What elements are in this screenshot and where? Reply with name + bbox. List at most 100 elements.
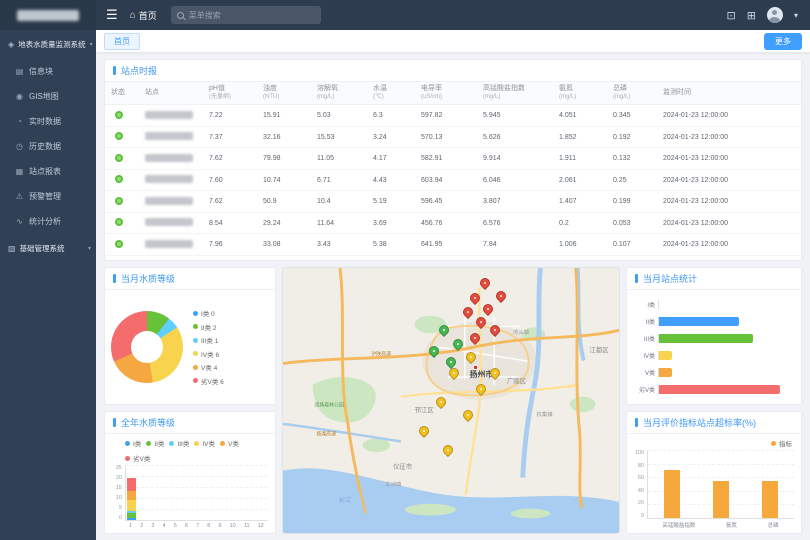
table-row[interactable]: 7.6010.746.714.43603.946.0462.0610.25202…: [105, 170, 801, 192]
sidebar-group-1[interactable]: ▧基础管理系统▾: [0, 234, 96, 263]
column-label: 溶解氧: [317, 85, 338, 92]
legend-dot: [125, 456, 130, 461]
hamburger-menu-icon[interactable]: ☰: [106, 7, 118, 23]
bar[interactable]: [659, 368, 672, 377]
legend-item: IV类 6: [193, 349, 224, 359]
bar[interactable]: [659, 317, 739, 326]
fullscreen-icon[interactable]: ⊡: [727, 9, 736, 22]
sidebar-item-label: 信息块: [29, 66, 53, 77]
search-input[interactable]: [189, 11, 315, 20]
sidebar-item-统计分析[interactable]: ∿统计分析: [0, 209, 96, 234]
table-row[interactable]: 7.3732.1615.533.24570.135.6261.8520.1922…: [105, 127, 801, 149]
chevron-down-icon[interactable]: ▾: [794, 11, 798, 20]
map-pin-red[interactable]: [501, 300, 511, 310]
breadcrumb[interactable]: ⌂ 首页: [130, 9, 157, 22]
legend-dot: [169, 441, 174, 446]
sidebar-group-0[interactable]: ◈地表水质量监测系统▾: [0, 30, 96, 59]
table-row[interactable]: 8.5429.2411.643.69456.766.5760.20.053202…: [105, 213, 801, 235]
legend-item: III类 1: [193, 335, 224, 345]
map-pin-yellow[interactable]: [468, 419, 478, 429]
pin-shape: [474, 381, 488, 395]
month-slot: [138, 465, 150, 520]
sidebar-item-历史数据[interactable]: ◷历史数据: [0, 134, 96, 159]
map-pin-yellow[interactable]: [481, 393, 491, 403]
station-cell: [139, 154, 203, 164]
status-dot-green: [115, 132, 123, 140]
station-stats-bars: I类II类III类IV类V类劣V类: [627, 290, 801, 404]
quality-donut-chart[interactable]: [111, 311, 183, 383]
map-pin-red[interactable]: [485, 287, 495, 297]
menu-search[interactable]: [171, 6, 321, 24]
map-pin-yellow[interactable]: [495, 377, 505, 387]
layout-grid-icon[interactable]: ⊞: [747, 9, 756, 22]
year-stacked-chart[interactable]: 2520151050: [109, 465, 268, 521]
column-header: pH值(无量纲): [203, 85, 257, 101]
table-row[interactable]: 7.6250.910.45.19596.453.8071.4070.199202…: [105, 191, 801, 213]
map-pin-red[interactable]: [495, 334, 505, 344]
table-row[interactable]: 7.9633.083.435.38641.957.841.0060.107202…: [105, 234, 801, 256]
stack-segment: [127, 491, 136, 500]
column-label: 状态: [111, 89, 125, 96]
map-pin-red[interactable]: [488, 313, 498, 323]
app-window: ☰ ⌂ 首页 ⊡ ⊞ ▾ ◈地表水质量监测系统▾ ▤ 信息块 ◉GIS地图◔实时数据◷…: [0, 0, 810, 540]
map[interactable]: 扬州市邗江区广陵区江都区仪征市瓜洲镇杭集镇湾头镇长江润扬森林公园沪陕高速扬溧高速: [282, 267, 620, 534]
pin-shape: [437, 323, 451, 337]
bar[interactable]: [659, 334, 753, 343]
table-row[interactable]: 7.2215.915.036.3597.825.9454.0510.345202…: [105, 105, 801, 127]
exceed-chart-legend: 指标: [631, 437, 794, 450]
legend-label: I类: [133, 438, 141, 448]
legend-item: III类: [169, 438, 189, 448]
bar[interactable]: [659, 351, 672, 360]
x-tick-label: 4: [163, 523, 166, 529]
column-label: pH值: [209, 85, 225, 92]
stat-bar-row: III类: [631, 334, 793, 343]
value-cell: 0.132: [607, 155, 657, 162]
sidebar-item-实时数据[interactable]: ◔实时数据: [0, 109, 96, 134]
plot-area: [647, 450, 794, 519]
x-tick-label: 10: [230, 523, 236, 529]
month-slot: [244, 465, 256, 520]
sidebar-item-预警管理[interactable]: ⚠预警管理: [0, 184, 96, 209]
map-pin-green[interactable]: [458, 348, 468, 358]
pin-shape: [461, 408, 475, 422]
table-row[interactable]: 7.6279.9811.054.17582.919.9141.9110.1322…: [105, 148, 801, 170]
column-label: 水温: [373, 85, 387, 92]
sidebar-item-站点报表[interactable]: ▦站点报表: [0, 159, 96, 184]
map-pin-yellow[interactable]: [471, 361, 481, 371]
station-cell: [139, 197, 203, 207]
more-button[interactable]: 更多: [764, 33, 802, 50]
panel-header: 当月评价指标站点超标率(%): [627, 412, 801, 434]
month-slot: [209, 465, 221, 520]
month-slot: [150, 465, 162, 520]
exceed-bar[interactable]: [713, 481, 729, 518]
bar[interactable]: [659, 385, 780, 394]
value-cell: 0.2: [553, 220, 607, 227]
map-pin-yellow[interactable]: [441, 406, 451, 416]
map-pin-red[interactable]: [475, 342, 485, 352]
value-cell: 6.71: [311, 177, 367, 184]
value-cell: 0.192: [607, 134, 657, 141]
map-pin-yellow[interactable]: [454, 377, 464, 387]
map-pin-yellow[interactable]: [448, 454, 458, 464]
station-name-redacted: [145, 175, 193, 183]
value-cell: 32.16: [257, 134, 311, 141]
legend-item: I类: [125, 438, 141, 448]
sidebar-item-GIS地图[interactable]: ◉GIS地图: [0, 84, 96, 109]
legend-label: III类 1: [201, 335, 218, 345]
map-pin-green[interactable]: [434, 355, 444, 365]
tab-home[interactable]: 首页: [104, 33, 140, 50]
exceed-bar[interactable]: [762, 481, 778, 518]
legend-dot: [193, 338, 198, 343]
sidebar-item-信息块[interactable]: ▤ 信息块: [0, 59, 96, 84]
chevron-down-icon: ▾: [90, 41, 93, 48]
map-pin-green[interactable]: [451, 366, 461, 376]
month-slot: [173, 465, 185, 520]
info-dashboard-icon: ▤: [15, 67, 24, 76]
avatar[interactable]: [767, 7, 783, 23]
map-pin-yellow[interactable]: [424, 435, 434, 445]
value-cell: 79.98: [257, 155, 311, 162]
value-cell: 1.006: [553, 241, 607, 248]
exceed-bar-chart[interactable]: 100806040200: [631, 450, 794, 519]
exceed-bar[interactable]: [664, 470, 680, 518]
category-label: IV类: [631, 351, 655, 360]
